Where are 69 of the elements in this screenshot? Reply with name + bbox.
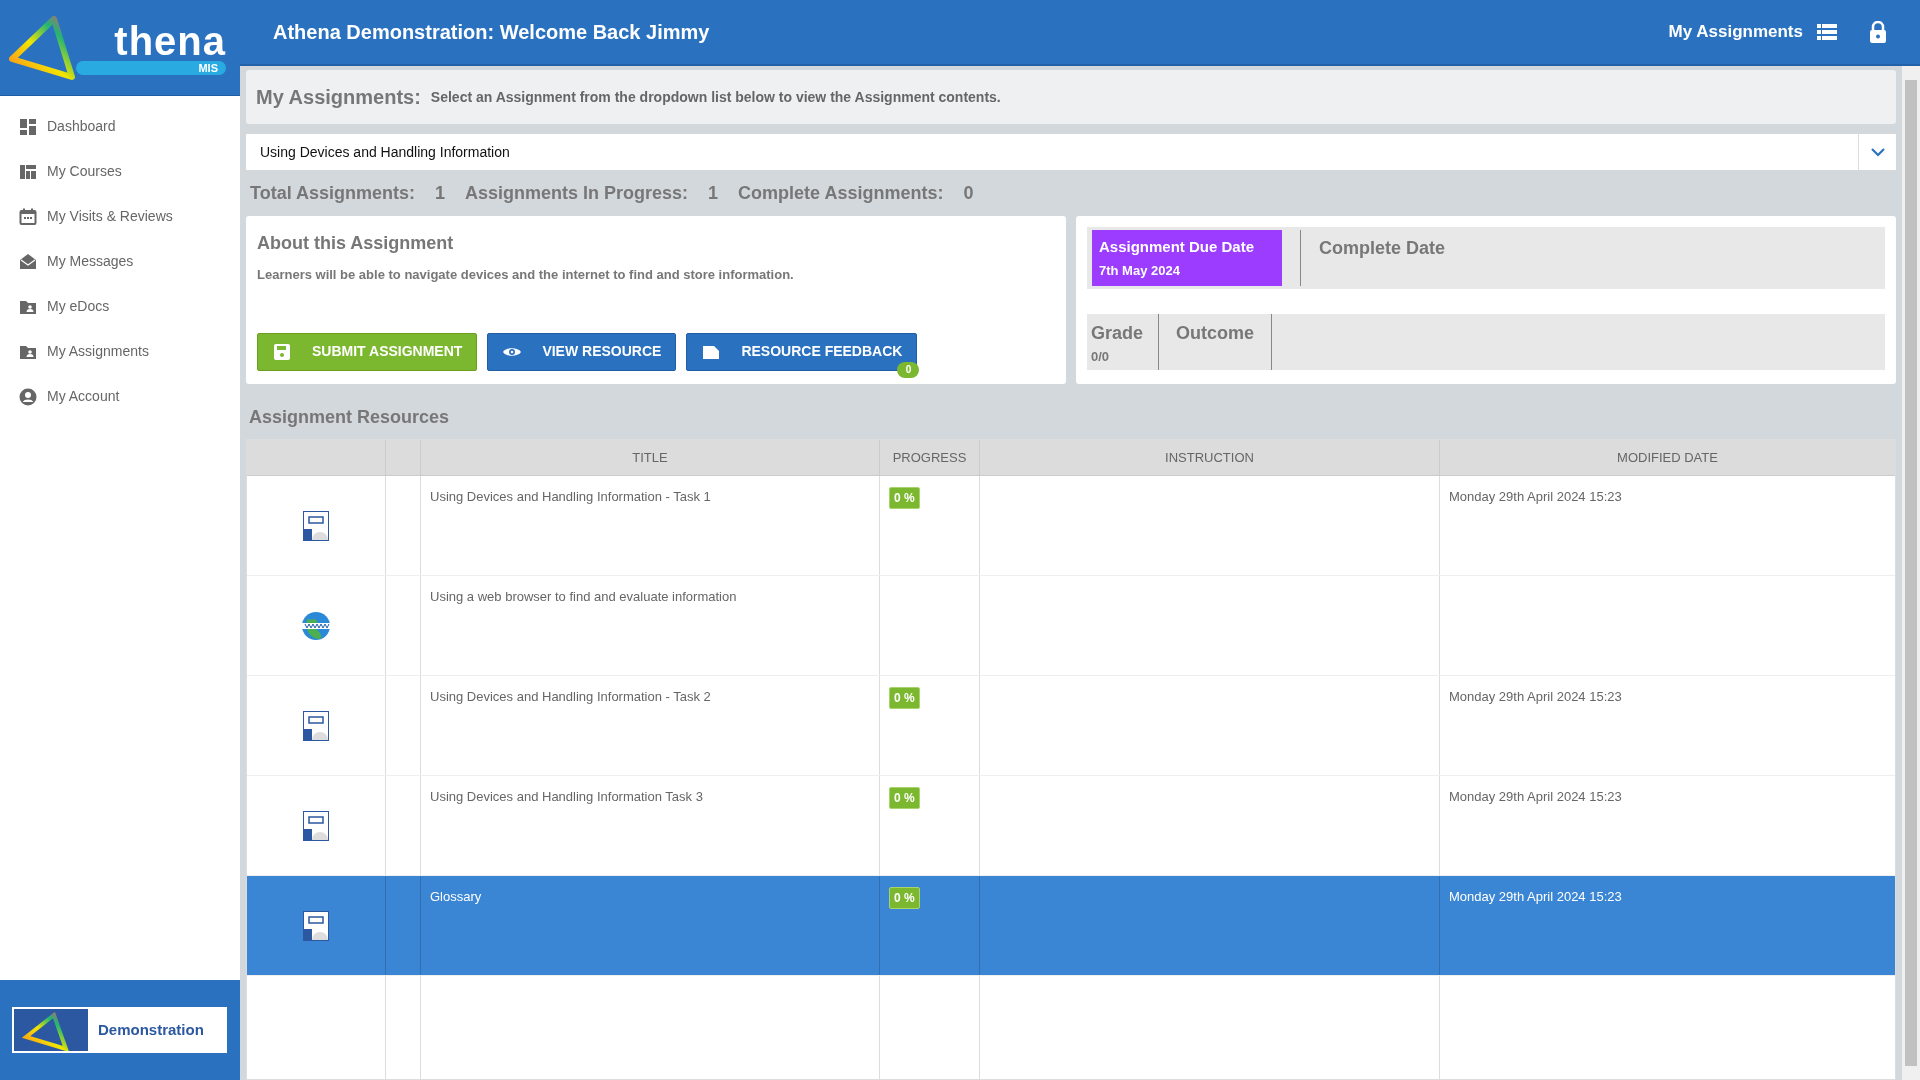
sidebar-item[interactable]: Dashboard bbox=[0, 104, 240, 149]
heading-hint: Select an Assignment from the dropdown list below to view the Assignment contents. bbox=[430, 87, 1001, 107]
globe-icon bbox=[301, 610, 331, 641]
selected-row[interactable]: Glossary 0 % Monday 29th April 2024 15:23 bbox=[247, 876, 1895, 976]
sidebar-item[interactable]: My Messages bbox=[0, 239, 240, 284]
progress-badge: 0 % bbox=[889, 487, 920, 509]
progress-badge: 0 % bbox=[889, 787, 920, 809]
table-row[interactable]: Using a web browser to find and evaluate information bbox=[247, 576, 1895, 676]
resource-title[interactable]: Using a web browser to find and evaluate information bbox=[430, 589, 737, 604]
column-header[interactable]: TITLE bbox=[632, 447, 668, 468]
table-row[interactable]: Using Devices and Handling Information - Task 2 0 % Monday 29th April 2024 15:23 bbox=[247, 676, 1895, 776]
logo-wordmark: thena bbox=[114, 20, 226, 61]
section-heading: My Assignments: bbox=[256, 85, 421, 110]
document-icon bbox=[303, 510, 329, 541]
my-assignments-link[interactable]: My Assignments bbox=[1668, 19, 1803, 45]
stat-label: Total Assignments: bbox=[250, 181, 415, 205]
stat-value: 1 bbox=[435, 181, 446, 205]
resource-title[interactable]: Using Devices and Handling Information - Task 2 bbox=[430, 689, 711, 704]
resource-title[interactable]: Using Devices and Handling Information - Task 1 bbox=[430, 489, 711, 504]
stat-label: Assignments In Progress: bbox=[465, 181, 689, 205]
assignment-description: Learners will be able to navigate devices and the internet to find and store information. bbox=[257, 266, 795, 284]
lock-icon[interactable] bbox=[1869, 21, 1887, 43]
complete-date-label: Complete Date bbox=[1319, 237, 1446, 260]
outcome-label: Outcome bbox=[1175, 322, 1255, 345]
resource-title[interactable]: Using Devices and Handling Information Task 3 bbox=[430, 789, 703, 804]
document-icon bbox=[303, 710, 329, 741]
grid-icon bbox=[19, 162, 37, 181]
scrollbar[interactable] bbox=[1902, 66, 1920, 1080]
sidebar-item[interactable]: My Account bbox=[0, 374, 240, 419]
organisation-name: Demonstration bbox=[98, 1019, 204, 1040]
envelope-icon bbox=[19, 252, 37, 271]
sidebar-item[interactable]: My Courses bbox=[0, 149, 240, 194]
modified-date: Monday 29th April 2024 15:23 bbox=[1449, 689, 1622, 704]
due-date-value: 7th May 2024 bbox=[1099, 261, 1181, 280]
due-date-label: Assignment Due Date bbox=[1099, 237, 1256, 257]
progress-badge: 0 % bbox=[889, 887, 920, 909]
sidebar-item[interactable]: My Visits & Reviews bbox=[0, 194, 240, 239]
stat-label: Complete Assignments: bbox=[738, 181, 944, 205]
grade-value: 0/0 bbox=[1091, 348, 1111, 366]
calendar-icon bbox=[19, 207, 37, 226]
view-button[interactable]: VIEW RESOURCE bbox=[487, 332, 677, 371]
progress-badge: 0 % bbox=[889, 687, 920, 709]
sidebar-item[interactable]: My Assignments bbox=[0, 329, 240, 374]
document-icon bbox=[303, 910, 329, 941]
save-icon bbox=[272, 342, 292, 361]
user-icon bbox=[19, 387, 37, 406]
column-header[interactable]: INSTRUCTION bbox=[1165, 447, 1254, 468]
stat-value: 0 bbox=[963, 181, 974, 205]
column-header[interactable]: PROGRESS bbox=[892, 447, 967, 468]
modified-date: Monday 29th April 2024 15:23 bbox=[1449, 489, 1622, 504]
list-icon[interactable] bbox=[1817, 24, 1837, 40]
sidebar-item[interactable]: My eDocs bbox=[0, 284, 240, 329]
chevron-down-icon bbox=[1870, 147, 1885, 157]
stat-value: 1 bbox=[708, 181, 719, 205]
grade-label: Grade bbox=[1091, 322, 1145, 345]
resource-title[interactable]: Glossary bbox=[430, 889, 482, 904]
triangle-logo-icon bbox=[14, 1009, 88, 1051]
document-icon bbox=[303, 810, 329, 841]
modified-date: Monday 29th April 2024 15:23 bbox=[1449, 889, 1622, 904]
logo-badge: MIS bbox=[76, 60, 226, 75]
modified-date: Monday 29th April 2024 15:23 bbox=[1449, 789, 1622, 804]
dashboard-icon bbox=[19, 117, 37, 136]
assignment-dropdown[interactable]: Using Devices and Handling Information bbox=[246, 134, 1896, 170]
column-header[interactable]: MODIFIED DATE bbox=[1617, 447, 1718, 468]
card-title: About this Assignment bbox=[257, 232, 455, 255]
table-row[interactable]: Using Devices and Handling Information - Task 1 0 % Monday 29th April 2024 15:23 bbox=[247, 476, 1895, 576]
section-heading: Assignment Resources bbox=[248, 406, 451, 429]
page-title: Athena Demonstration: Welcome Back Jimmy bbox=[273, 20, 710, 45]
table-row[interactable]: Using Devices and Handling Information Task 3 0 % Monday 29th April 2024 15:23 bbox=[247, 776, 1895, 876]
